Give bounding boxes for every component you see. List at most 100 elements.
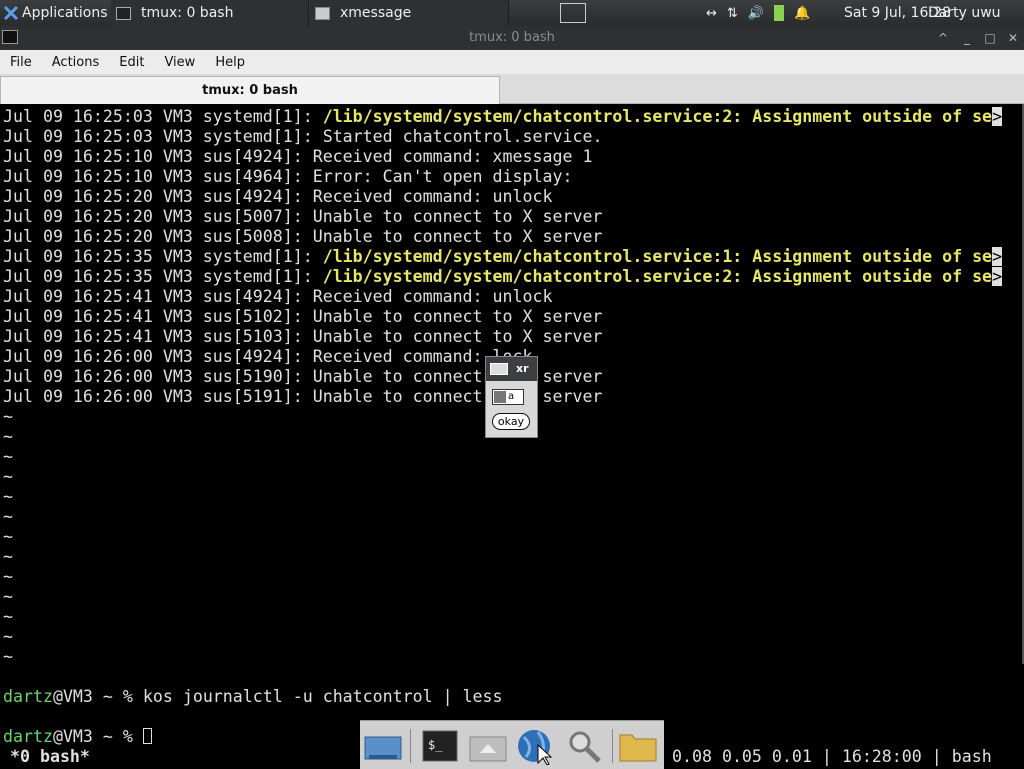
empty-line-tilde: ~ [3, 527, 13, 546]
log-prefix: Jul 09 16:25:20 VM3 sus[4924]: [3, 187, 313, 206]
prompt-line: dartz@VM3 ~ % kos journalctl -u chatcont… [3, 687, 503, 707]
workspace-switcher[interactable] [556, 0, 590, 26]
empty-line-tilde: ~ [3, 507, 13, 526]
truncation-marker: > [992, 267, 1003, 286]
window-icon [315, 6, 330, 20]
log-message: Unable to connect to X server [312, 207, 603, 226]
truncation-marker: > [992, 247, 1003, 266]
tab-tmux[interactable]: tmux: 0 bash [0, 76, 500, 104]
xmessage-titlebar[interactable]: xr [486, 357, 537, 381]
log-line: Jul 09 16:25:20 VM3 sus[5007]: Unable to… [3, 207, 602, 227]
empty-line-tilde: ~ [3, 487, 13, 506]
log-prefix: Jul 09 16:25:41 VM3 sus[5102]: [3, 307, 313, 326]
log-message: Unable to connect to X server [312, 227, 603, 246]
log-prefix: Jul 09 16:25:41 VM3 sus[5103]: [3, 327, 313, 346]
applications-label: Applications [22, 5, 108, 21]
menubar: File Actions Edit View Help [0, 50, 1024, 74]
menu-file[interactable]: File [0, 55, 42, 70]
svg-text:$_: $_ [428, 738, 443, 752]
log-line: Jul 09 16:25:20 VM3 sus[4924]: Received … [3, 187, 552, 207]
terminal-icon [116, 6, 131, 20]
top-panel: Applications tmux: 0 bash xmessage ↔ ⇅ 🔊… [0, 0, 1024, 26]
log-prefix: Jul 09 16:26:00 VM3 sus[4924]: [3, 347, 313, 366]
log-prefix: Jul 09 16:25:35 VM3 systemd[1]: [3, 267, 323, 286]
log-prefix: Jul 09 16:25:03 VM3 systemd[1]: [3, 127, 323, 146]
taskbar-item-label: tmux: 0 bash [141, 5, 234, 21]
empty-line-tilde: ~ [3, 547, 13, 566]
taskbar-item-tmux[interactable]: tmux: 0 bash [111, 0, 309, 26]
close-button[interactable]: ✕ [1004, 28, 1022, 48]
log-prefix: Jul 09 16:25:10 VM3 sus[4964]: [3, 167, 313, 186]
empty-line-tilde: ~ [3, 627, 13, 646]
empty-line-tilde: ~ [3, 647, 13, 666]
log-line: Jul 09 16:25:03 VM3 systemd[1]: /lib/sys… [3, 107, 1003, 127]
applications-menu[interactable]: Applications [0, 0, 110, 26]
taskbar-item-xmessage[interactable]: xmessage [310, 0, 509, 26]
log-prefix: Jul 09 16:25:41 VM3 sus[4924]: [3, 287, 313, 306]
search-icon[interactable] [564, 727, 604, 765]
taskbar-item-label: xmessage [340, 5, 412, 21]
log-message: Error: Can't open display: [312, 167, 573, 186]
empty-line-tilde: ~ [3, 447, 13, 466]
menu-view[interactable]: View [154, 55, 205, 70]
terminal-icon[interactable]: $_ [420, 727, 460, 765]
empty-line-tilde: ~ [3, 567, 13, 586]
log-prefix: Jul 09 16:26:00 VM3 sus[5190]: [3, 367, 313, 386]
tmux-status-right: 0.08 0.05 0.01 | 16:28:00 | bash [672, 747, 992, 766]
empty-line-tilde: ~ [3, 587, 13, 606]
log-line: Jul 09 16:26:00 VM3 sus[4924]: Received … [3, 347, 533, 367]
prompt-line: dartz@VM3 ~ % [3, 727, 152, 747]
dock-separator [410, 729, 411, 763]
menu-actions[interactable]: Actions [42, 55, 110, 70]
maximize-button[interactable]: □ [981, 28, 999, 48]
log-prefix: Jul 09 16:25:20 VM3 sus[5008]: [3, 227, 313, 246]
log-line: Jul 09 16:25:10 VM3 sus[4924]: Received … [3, 147, 592, 167]
tmux-window-list[interactable]: *0 bash* [0, 747, 90, 767]
log-line: Jul 09 16:25:35 VM3 systemd[1]: /lib/sys… [3, 247, 1003, 267]
show-desktop-icon[interactable] [363, 727, 403, 765]
log-message: Unable to connect to X server [312, 307, 603, 326]
xmessage-text-value: a [508, 391, 515, 402]
menu-edit[interactable]: Edit [109, 55, 154, 70]
prompt-user: dartz [3, 727, 53, 746]
log-line: Jul 09 16:25:20 VM3 sus[5008]: Unable to… [3, 227, 602, 247]
bell-icon[interactable]: 🔔 [794, 6, 810, 21]
tab-bar: tmux: 0 bash [0, 74, 1024, 104]
okay-button[interactable]: okay [492, 413, 530, 430]
window-title: tmux: 0 bash [469, 30, 555, 45]
log-prefix: Jul 09 16:25:35 VM3 systemd[1]: [3, 247, 323, 266]
minimize-button[interactable]: _ [958, 28, 976, 48]
dock: $_ [360, 720, 664, 769]
text-cursor[interactable] [142, 728, 152, 744]
volume-icon[interactable]: 🔊 [748, 6, 764, 21]
menu-help[interactable]: Help [205, 55, 255, 70]
system-tray: ↔ ⇅ 🔊 🔔 [706, 0, 836, 26]
files-folder-icon[interactable] [618, 727, 658, 765]
log-line: Jul 09 16:25:35 VM3 systemd[1]: /lib/sys… [3, 267, 1003, 287]
empty-line-tilde: ~ [3, 407, 13, 426]
log-message: Unable to connect to X server [312, 367, 603, 386]
log-message: /lib/systemd/system/chatcontrol.service:… [322, 247, 993, 266]
log-line: Jul 09 16:25:10 VM3 sus[4964]: Error: Ca… [3, 167, 572, 187]
log-message: Unable to connect to X server [312, 327, 603, 346]
log-message: Started chatcontrol.service. [322, 127, 603, 146]
shade-button[interactable]: ^ [934, 28, 952, 48]
log-line: Jul 09 16:25:03 VM3 systemd[1]: Started … [3, 127, 602, 147]
battery-icon[interactable] [774, 5, 784, 21]
xmessage-window[interactable]: xr a okay [485, 356, 538, 438]
empty-line-tilde: ~ [3, 427, 13, 446]
dock-separator [612, 729, 613, 763]
log-line: Jul 09 16:25:41 VM3 sus[4924]: Received … [3, 287, 552, 307]
network-arrows-icon[interactable]: ↔ [706, 6, 717, 21]
transfer-icon[interactable]: ⇅ [727, 6, 738, 21]
user-menu[interactable]: Darty uwu [928, 0, 1001, 26]
log-message: Received command: unlock [312, 287, 553, 306]
empty-line-tilde: ~ [3, 607, 13, 626]
log-message: Unable to connect to X server [312, 387, 603, 406]
log-message: /lib/systemd/system/chatcontrol.service:… [322, 107, 993, 126]
web-browser-icon[interactable] [514, 727, 554, 765]
pattern-icon [494, 391, 506, 403]
window-titlebar[interactable]: tmux: 0 bash ^ _ □ ✕ [0, 26, 1024, 50]
xmessage-title: xr [516, 362, 529, 375]
home-folder-icon[interactable] [468, 727, 508, 765]
